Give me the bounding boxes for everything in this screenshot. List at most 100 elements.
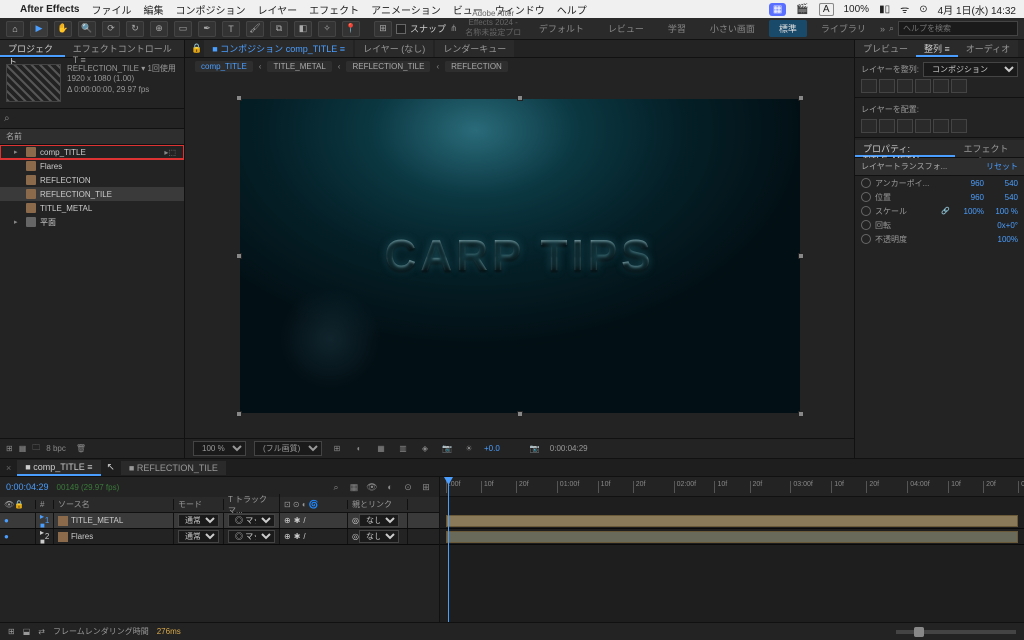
puppet-tool[interactable]: 📍 [342, 21, 360, 37]
distribute-button[interactable] [897, 119, 913, 133]
snap-icon[interactable]: ⊞ [374, 21, 392, 37]
stopwatch-icon[interactable] [861, 220, 871, 230]
bpc-toggle[interactable]: 8 bpc [46, 444, 66, 453]
track-matte-select[interactable]: ◎ マットな [228, 514, 275, 527]
prop-value[interactable]: 0x+0° [988, 221, 1018, 230]
roto-tool[interactable]: ✧ [318, 21, 336, 37]
workspace-chevron-icon[interactable]: » [880, 24, 885, 34]
channel-icon[interactable]: ▦ [374, 442, 388, 456]
hand-tool[interactable]: ✋ [54, 21, 72, 37]
brush-tool[interactable]: 🖌 [246, 21, 264, 37]
home-button[interactable]: ⌂ [6, 21, 24, 37]
rotate-tool[interactable]: ↻ [126, 21, 144, 37]
menubar-icon[interactable]: A [819, 3, 834, 16]
blend-mode-select[interactable]: 通常 [178, 530, 219, 543]
workspace-tab[interactable]: 学習 [658, 20, 696, 37]
camera-icon[interactable]: 📷 [440, 442, 454, 456]
transform-handle[interactable] [517, 95, 523, 101]
search-icon[interactable]: ⌕ [329, 480, 343, 494]
distribute-button[interactable] [915, 119, 931, 133]
tab-align[interactable]: 整列 ≡ [916, 40, 958, 57]
toggle-switches-icon[interactable]: ⊞ [8, 627, 15, 636]
align-to-select[interactable]: コンポジション [923, 62, 1018, 77]
align-hcenter-button[interactable] [879, 79, 895, 93]
search-icon[interactable]: ⌕ [4, 113, 10, 124]
timeline-zoom-slider[interactable] [896, 630, 1016, 634]
breadcrumb-item[interactable]: REFLECTION_TILE [346, 61, 430, 72]
rect-tool[interactable]: ▭ [174, 21, 192, 37]
blend-mode-select[interactable]: 通常 [178, 514, 219, 527]
snapshot-icon[interactable]: 📷 [528, 442, 542, 456]
distribute-button[interactable] [933, 119, 949, 133]
prop-value[interactable]: 100% [954, 207, 984, 216]
project-item[interactable]: REFLECTION_TILE [0, 187, 184, 201]
breadcrumb-item[interactable]: comp_TITLE [195, 61, 253, 72]
align-left-button[interactable] [861, 79, 877, 93]
prop-value[interactable]: 540 [988, 179, 1018, 188]
tab-properties[interactable]: プロパティ: TITLE_METAL ≡ [855, 140, 955, 157]
prop-value[interactable]: 100 % [988, 207, 1018, 216]
trash-icon[interactable]: 🗑 [76, 444, 86, 453]
stopwatch-icon[interactable] [861, 178, 871, 188]
pen-tool[interactable]: ✒ [198, 21, 216, 37]
project-item[interactable]: REFLECTION [0, 173, 184, 187]
distribute-button[interactable] [879, 119, 895, 133]
timeline-tab[interactable]: ■ REFLECTION_TILE [121, 461, 226, 475]
shy-icon[interactable]: 👁 [365, 480, 379, 494]
transform-handle[interactable] [236, 95, 242, 101]
exposure-icon[interactable]: ☀ [462, 442, 476, 456]
control-center-icon[interactable]: ⊙ [919, 4, 927, 15]
timeline-track-area[interactable]: .00f 10f 20f 01:00f 10f 20f 02:00f 10f 2… [440, 477, 1024, 622]
menu-layer[interactable]: レイヤー [257, 2, 297, 17]
align-right-button[interactable] [897, 79, 913, 93]
eraser-tool[interactable]: ◧ [294, 21, 312, 37]
transform-handle[interactable] [798, 95, 804, 101]
track-matte-select[interactable]: ◎ マットな [228, 530, 275, 543]
clone-tool[interactable]: ⧉ [270, 21, 288, 37]
app-name[interactable]: After Effects [20, 4, 79, 15]
tab-effects-presets[interactable]: エフェクト＆プリ [955, 140, 1024, 157]
prop-value[interactable]: 540 [988, 193, 1018, 202]
new-folder-icon[interactable]: 🗀 [32, 442, 40, 456]
type-tool[interactable]: T [222, 21, 240, 37]
snap-icon2[interactable]: ⋔ [450, 23, 458, 34]
project-item[interactable]: TITLE_METAL [0, 201, 184, 215]
menu-help[interactable]: ヘルプ [557, 2, 587, 17]
3d-icon[interactable]: ◈ [418, 442, 432, 456]
tab-preview[interactable]: プレビュー [855, 40, 916, 57]
parent-select[interactable]: なし [359, 514, 399, 527]
prop-value[interactable]: 100% [988, 235, 1018, 244]
parent-select[interactable]: なし [359, 530, 399, 543]
visibility-toggle[interactable]: ● [4, 532, 12, 541]
transform-handle[interactable] [798, 411, 804, 417]
time-ruler[interactable]: .00f 10f 20f 01:00f 10f 20f 02:00f 10f 2… [440, 477, 1024, 497]
distribute-button[interactable] [861, 119, 877, 133]
switch-icon[interactable]: ✱ [294, 516, 301, 525]
tab-layer[interactable]: レイヤー (なし) [355, 40, 433, 57]
orbit-tool[interactable]: ⟳ [102, 21, 120, 37]
visibility-toggle[interactable]: ● [4, 516, 12, 525]
comp-settings-icon[interactable]: ▦ [347, 480, 361, 494]
align-top-button[interactable] [915, 79, 931, 93]
timeline-layer-row[interactable]: ● ▸ ■ 2 Flares 通常 ◎ マットな ⊕✱/ ◎ なし [0, 529, 439, 545]
selection-tool[interactable]: ▶ [30, 21, 48, 37]
time-display[interactable]: 0:00:04:29 [550, 444, 588, 453]
anchor-tool[interactable]: ⊕ [150, 21, 168, 37]
menu-file[interactable]: ファイル [91, 2, 131, 17]
menubar-icon[interactable]: 🎬 [796, 4, 808, 15]
switch-icon[interactable]: ⊕ [284, 516, 291, 525]
project-column-header[interactable]: 名前 [0, 129, 184, 145]
prop-value[interactable]: 960 [954, 179, 984, 188]
tab-render-queue[interactable]: レンダーキュー [435, 40, 514, 57]
workspace-tab[interactable]: ライブラリ [811, 20, 876, 37]
close-icon[interactable]: × [6, 463, 11, 473]
lock-icon[interactable]: 🔒 [191, 43, 202, 54]
composition-viewer[interactable]: CARP TIPS [185, 74, 854, 438]
zoom-tool[interactable]: 🔍 [78, 21, 96, 37]
stopwatch-icon[interactable] [861, 234, 871, 244]
switch-icon[interactable]: ⊕ [284, 532, 291, 541]
grid-icon[interactable]: ⊞ [330, 442, 344, 456]
reset-button[interactable]: リセット [986, 161, 1018, 172]
composition-canvas[interactable]: CARP TIPS [240, 99, 800, 413]
transform-handle[interactable] [798, 253, 804, 259]
